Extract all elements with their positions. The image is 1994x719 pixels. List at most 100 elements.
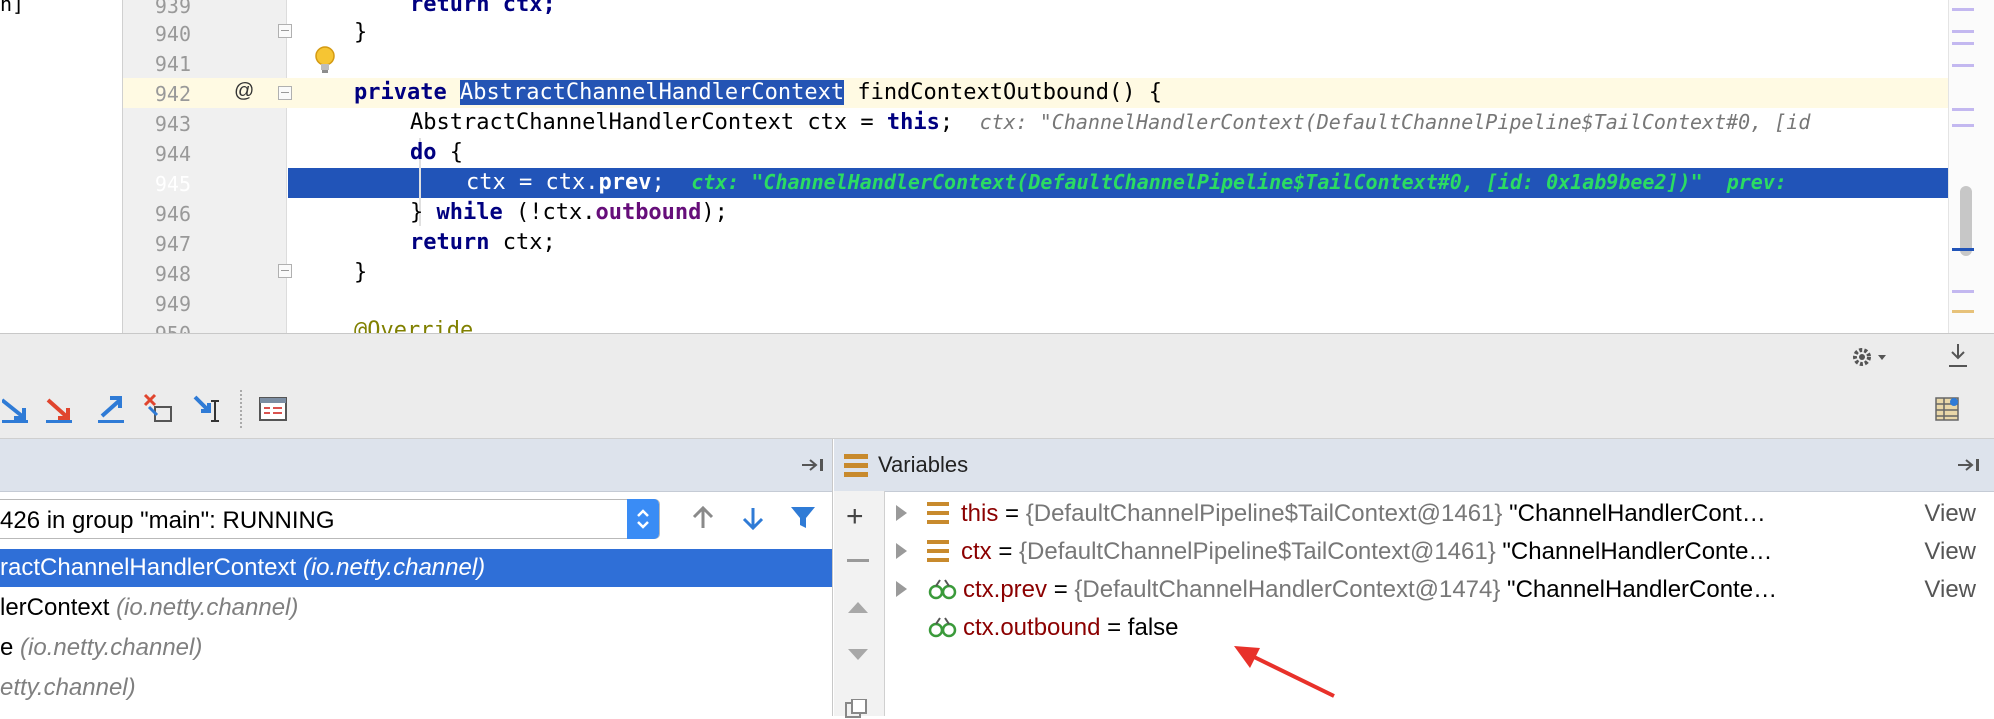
code-line: }: [354, 20, 368, 45]
variables-side-toolbar: +: [834, 491, 885, 719]
layout-icon: [1935, 397, 1959, 421]
step-into-icon: [2, 398, 28, 423]
line-number: 948: [154, 262, 191, 286]
variables-icon: [844, 454, 868, 477]
view-link[interactable]: View: [1924, 571, 1976, 609]
arrow-up-icon: [692, 505, 714, 528]
code-line-execution: ctx = ctx.prev; ctx: "ChannelHandlerCont…: [466, 170, 1787, 195]
toolbar-separator: [240, 390, 243, 428]
step-out-icon: [98, 396, 124, 423]
step-into-button[interactable]: [0, 392, 34, 426]
move-down-icon[interactable]: [846, 647, 870, 663]
hide-panel-icon[interactable]: [1946, 342, 1970, 370]
variable-row[interactable]: this = {DefaultChannelPipeline$TailConte…: [896, 495, 1986, 533]
expand-icon[interactable]: [896, 542, 907, 559]
variables-title: Variables: [878, 452, 969, 477]
selected-text: AbstractChannelHandlerContext: [459, 80, 845, 105]
line-number: 939: [154, 0, 191, 18]
line-number: 941: [154, 52, 191, 76]
pin-panel-icon[interactable]: [1956, 457, 1982, 473]
code-editor[interactable]: n] 939 940 941 942 943 944 945 946 947 9…: [0, 0, 1994, 333]
code-line: private AbstractChannelHandlerContext fi…: [354, 80, 1162, 105]
code-line: do {: [410, 140, 463, 165]
evaluate-expression-icon: [259, 397, 287, 421]
scroll-mark: [1952, 310, 1974, 313]
variable-row[interactable]: ctx.prev = {DefaultChannelHandlerContext…: [896, 571, 1986, 609]
previous-frame-button[interactable]: [686, 501, 720, 535]
add-watch-button[interactable]: +: [846, 502, 864, 532]
inline-debug-value: ctx: "ChannelHandlerContext(DefaultChann…: [691, 170, 1787, 194]
frame-item[interactable]: etty.channel): [0, 669, 832, 707]
fold-marker-icon[interactable]: [278, 86, 292, 100]
arrow-down-icon: [742, 508, 764, 531]
force-step-into-button[interactable]: [42, 392, 76, 426]
watch-icon: [928, 579, 957, 599]
scroll-mark: [1952, 64, 1974, 67]
line-number: 947: [154, 232, 191, 256]
remove-watch-button[interactable]: [847, 559, 869, 562]
copy-icon[interactable]: [844, 699, 870, 719]
line-number: 949: [154, 292, 191, 316]
line-number: 944: [154, 142, 191, 166]
code-line: return ctx;: [410, 0, 556, 17]
filter-icon: [791, 507, 815, 528]
line-number: 943: [154, 112, 191, 136]
field-icon: [927, 501, 949, 524]
gear-icon[interactable]: [1850, 344, 1890, 370]
chevron-up-down-icon: [627, 499, 659, 539]
drop-frame-icon: [143, 393, 172, 422]
move-up-icon[interactable]: [846, 599, 870, 615]
variables-panel: Variables + this = {DefaultChannelPipeli…: [834, 439, 1994, 719]
debug-toolbar: [0, 380, 1994, 439]
thread-selector[interactable]: 426 in group "main": RUNNING: [0, 499, 660, 539]
project-tree-fragment: n]: [0, 0, 25, 16]
override-marker-icon[interactable]: @: [234, 80, 254, 103]
drop-frame-button[interactable]: [142, 392, 176, 426]
view-link[interactable]: View: [1924, 495, 1976, 533]
expand-icon[interactable]: [896, 580, 907, 597]
variable-row[interactable]: ctx = {DefaultChannelPipeline$TailContex…: [896, 533, 1986, 571]
fold-marker-icon[interactable]: [278, 24, 292, 38]
step-out-button[interactable]: [94, 392, 128, 426]
frames-panel: 426 in group "main": RUNNING ractChannel…: [0, 439, 833, 716]
scroll-mark: [1952, 248, 1974, 251]
lightbulb-icon[interactable]: [312, 44, 338, 76]
evaluate-expression-button[interactable]: [256, 392, 290, 426]
code-line: return ctx;: [410, 230, 556, 255]
run-to-cursor-button[interactable]: [192, 392, 226, 426]
code-line: @Override: [354, 318, 474, 333]
scroll-thumb[interactable]: [1960, 186, 1972, 256]
scroll-mark: [1952, 8, 1974, 11]
line-number: 950: [123, 322, 191, 333]
variables-panel-header: Variables: [834, 439, 1994, 492]
scroll-mark: [1952, 124, 1974, 127]
debug-tool-header: [0, 333, 1994, 381]
field-icon: [927, 539, 949, 562]
restore-layout-button[interactable]: [1930, 392, 1964, 426]
view-link[interactable]: View: [1924, 533, 1976, 571]
filter-frames-button[interactable]: [786, 501, 820, 535]
project-tree-edge: n]: [0, 0, 123, 333]
frames-panel-header: [0, 439, 832, 492]
frame-item[interactable]: ractChannelHandlerContext (io.netty.chan…: [0, 549, 832, 587]
code-line: }: [354, 260, 368, 285]
code-line: } while (!ctx.outbound);: [410, 200, 728, 225]
frame-item[interactable]: e (io.netty.channel): [0, 629, 832, 667]
thread-selector-label: 426 in group "main": RUNNING: [0, 507, 335, 534]
scroll-mark: [1952, 290, 1974, 293]
scroll-mark: [1952, 108, 1974, 111]
line-number: 946: [154, 202, 191, 226]
editor-scrollbar[interactable]: [1948, 0, 1994, 333]
pin-panel-icon[interactable]: [800, 457, 826, 473]
line-number: 945: [154, 172, 191, 196]
line-number: 942: [154, 82, 191, 106]
variable-row[interactable]: ctx.outbound = false: [896, 609, 1986, 647]
inline-debug-value: ctx: "ChannelHandlerContext(DefaultChann…: [979, 110, 1811, 134]
expand-icon[interactable]: [896, 504, 907, 521]
next-frame-button[interactable]: [736, 501, 770, 535]
force-step-into-icon: [46, 398, 72, 423]
code-line: AbstractChannelHandlerContext ctx = this…: [410, 110, 1811, 135]
scroll-mark: [1952, 42, 1974, 45]
frame-item[interactable]: lerContext (io.netty.channel): [0, 589, 832, 627]
fold-marker-icon[interactable]: [278, 264, 292, 278]
